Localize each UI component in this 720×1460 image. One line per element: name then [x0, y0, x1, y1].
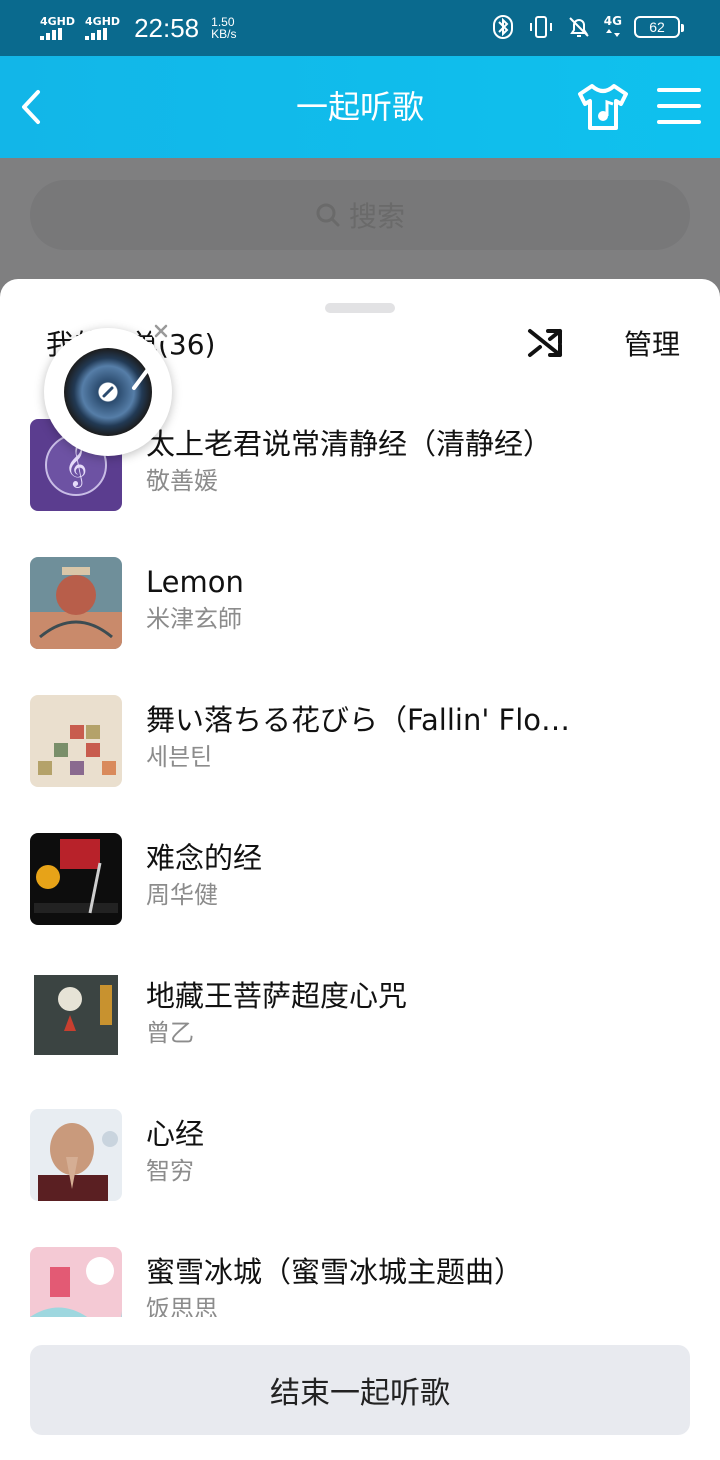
signal-1-label: 4GHD	[40, 15, 76, 28]
song-title: 难念的经	[146, 841, 263, 875]
signal-bars-icon	[40, 28, 62, 40]
shuffle-icon[interactable]	[526, 323, 566, 363]
song-title: 心经	[146, 1117, 205, 1151]
song-artist: 曾乙	[146, 1019, 194, 1047]
vibrate-icon	[529, 16, 552, 38]
song-item[interactable]: 蜜雪冰城（蜜雪冰城主题曲） 饭思思	[0, 1237, 720, 1317]
network-speed: 1.50 KB/s	[211, 16, 236, 40]
song-artist: 세븐틴	[146, 743, 213, 771]
signal-1: 4GHD	[40, 16, 75, 40]
app-header: 一起听歌	[0, 56, 720, 158]
song-artist: 敬善媛	[146, 467, 218, 495]
song-item[interactable]: 难念的经 周华健	[0, 823, 720, 953]
album-cover	[30, 695, 122, 787]
status-bar: 4GHD 4GHD 22:58 1.50 KB/s 4G 62	[0, 0, 720, 56]
status-left: 4GHD 4GHD 22:58 1.50 KB/s	[40, 14, 236, 42]
data-arrows-icon	[605, 29, 620, 37]
song-artist: 米津玄師	[146, 605, 242, 633]
song-item[interactable]: 舞い落ちる花びら（Fallin' Flo… 세븐틴	[0, 685, 720, 815]
mute-bell-icon	[569, 17, 589, 37]
close-icon[interactable]	[150, 320, 172, 342]
song-title: 舞い落ちる花びら（Fallin' Flo…	[146, 703, 571, 737]
status-right: 4G 62	[490, 14, 684, 40]
album-cover	[30, 971, 122, 1063]
song-artist: 周华健	[146, 881, 218, 909]
dimmed-background: 搜索	[0, 158, 720, 288]
search-input[interactable]: 搜索	[30, 180, 690, 250]
signal-2: 4GHD	[85, 16, 120, 40]
network-speed-unit: KB/s	[211, 27, 237, 41]
song-title: 蜜雪冰城（蜜雪冰城主题曲）	[146, 1255, 524, 1289]
drag-handle[interactable]	[325, 303, 395, 313]
network-type: 4G	[604, 15, 622, 39]
link-icon	[102, 386, 114, 398]
search-icon	[316, 203, 340, 227]
end-listen-together-button[interactable]: 结束一起听歌	[30, 1345, 690, 1435]
song-item[interactable]: 心经 智穷	[0, 1099, 720, 1229]
album-cover	[30, 1247, 122, 1317]
theme-shirt-icon[interactable]	[576, 82, 630, 132]
bluetooth-icon	[492, 15, 513, 39]
album-cover	[30, 557, 122, 649]
search-placeholder: 搜索	[348, 200, 405, 233]
signal-bars-icon	[85, 28, 108, 40]
tonearm-icon	[132, 344, 154, 390]
song-title: 太上老君说常清静经（清静经）	[146, 427, 553, 461]
playlist-sheet: 我的歌单(36) 管理 𝄞 太上老君说常清静经（清静经） 敬善媛 Lemon 米…	[0, 279, 720, 1460]
network-type-label: 4G	[603, 14, 622, 28]
song-list: 𝄞 太上老君说常清静经（清静经） 敬善媛 Lemon 米津玄師 舞い落ちる花びら…	[0, 409, 720, 1317]
song-artist: 智穷	[146, 1157, 194, 1185]
song-artist: 饭思思	[146, 1295, 218, 1317]
song-title: Lemon	[146, 565, 244, 599]
song-item[interactable]: 地藏王菩萨超度心咒 曾乙	[0, 961, 720, 1091]
manage-button[interactable]: 管理	[624, 325, 680, 365]
song-item[interactable]: Lemon 米津玄師	[0, 547, 720, 677]
album-cover	[30, 833, 122, 925]
menu-icon[interactable]	[656, 84, 702, 128]
song-title: 地藏王菩萨超度心咒	[146, 979, 408, 1013]
signal-2-label: 4GHD	[85, 15, 121, 28]
battery-indicator: 62	[634, 16, 684, 38]
album-cover	[30, 1109, 122, 1201]
floating-player[interactable]	[44, 321, 172, 456]
status-time: 22:58	[134, 13, 200, 43]
